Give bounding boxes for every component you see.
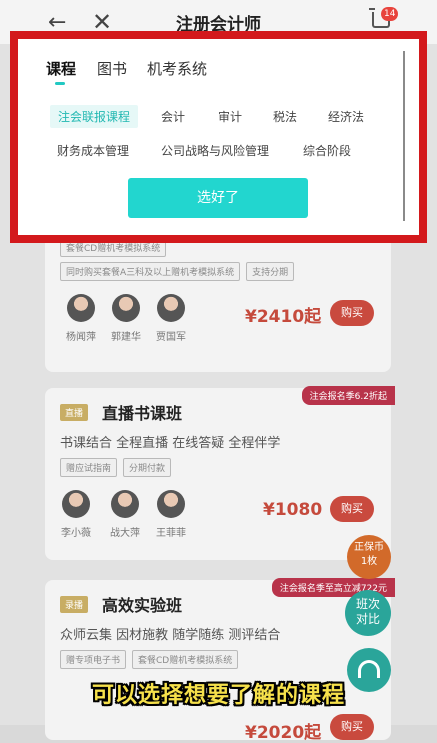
subject-option[interactable]: 财务成本管理 xyxy=(57,142,129,159)
buy-button[interactable]: 购买 xyxy=(330,714,374,740)
headset-icon xyxy=(358,660,380,678)
course-title: 直播书课班 xyxy=(102,404,183,423)
tag: 赠应试指南 xyxy=(60,458,118,477)
buy-button[interactable]: 购买 xyxy=(330,496,374,522)
course-type-label: 直播 xyxy=(60,404,89,421)
avatar xyxy=(157,294,185,322)
buy-button[interactable]: 购买 xyxy=(330,300,374,326)
avatar xyxy=(112,294,140,322)
teacher[interactable]: 李小薇 xyxy=(52,490,100,539)
course-subtitle: 众师云集 因材施教 随学随练 测评结合 xyxy=(60,628,281,643)
tab-courses[interactable]: 课程 xyxy=(46,58,76,79)
teacher-name: 贾国军 xyxy=(156,332,186,343)
promo-ribbon: 注会报名季6.2折起 xyxy=(301,386,395,405)
tag: 套餐CD赠机考模拟系统 xyxy=(132,650,239,669)
course-subtitle: 书课结合 全程直播 在线答疑 全程伴学 xyxy=(60,436,281,451)
tab-books[interactable]: 图书 xyxy=(97,58,127,79)
teacher-name: 郭建华 xyxy=(111,332,141,343)
tag: 分期付款 xyxy=(123,458,172,477)
active-tab-indicator xyxy=(55,82,65,85)
subject-option[interactable]: 审计 xyxy=(218,108,242,125)
tag: 支持分期 xyxy=(246,262,295,281)
tab-exam-system[interactable]: 机考系统 xyxy=(147,58,207,79)
coupon-label: 正保币 xyxy=(354,542,384,553)
price: ¥2020起 xyxy=(245,723,322,743)
class-compare-button[interactable]: 班次 对比 xyxy=(345,590,391,636)
category-filter-panel: 课程 图书 机考系统 注会联报课程 会计 审计 税法 经济法 财务成本管理 公司… xyxy=(18,39,419,235)
avatar xyxy=(111,490,139,518)
price: ¥1080 xyxy=(263,500,323,520)
compare-label-1: 班次 xyxy=(355,597,380,611)
tag: 赠专项电子书 xyxy=(60,650,127,669)
teacher[interactable]: 战大萍 xyxy=(101,490,149,539)
teacher[interactable]: 杨闻萍 xyxy=(57,294,105,343)
course-title: 高效实验班 xyxy=(102,596,183,615)
avatar xyxy=(62,490,90,518)
avatar xyxy=(157,490,185,518)
course-card[interactable]: 注会报名季至高立减722元 录播 高效实验班 众师云集 因材施教 随学随练 测评… xyxy=(45,578,395,743)
video-caption: 可以选择想要了解的课程 xyxy=(91,683,345,708)
subject-option[interactable]: 综合阶段 xyxy=(303,142,351,159)
coupon-button[interactable]: 正保币 1枚 xyxy=(347,535,391,579)
teacher[interactable]: 王菲菲 xyxy=(147,490,195,539)
subject-option[interactable]: 公司战略与风险管理 xyxy=(161,142,269,159)
subject-option[interactable]: 会计 xyxy=(161,108,185,125)
coupon-count: 1枚 xyxy=(360,556,378,567)
price: ¥2410起 xyxy=(245,307,322,327)
confirm-button[interactable]: 选好了 xyxy=(128,178,308,218)
course-type-label: 录播 xyxy=(60,596,89,613)
teacher-name: 杨闻萍 xyxy=(66,332,96,343)
avatar xyxy=(67,294,95,322)
tag: 同时购买套餐A三科及以上赠机考模拟系统 xyxy=(60,262,241,281)
compare-label-2: 对比 xyxy=(355,612,380,626)
course-card[interactable]: 注会报名季6.2折起 直播 直播书课班 书课结合 全程直播 在线答疑 全程伴学 … xyxy=(45,386,395,560)
teacher-name: 战大萍 xyxy=(110,528,140,539)
teacher[interactable]: 贾国军 xyxy=(147,294,195,343)
cart-badge: 14 xyxy=(381,7,399,21)
subject-option[interactable]: 注会联报课程 xyxy=(50,105,139,128)
teacher[interactable]: 郭建华 xyxy=(102,294,150,343)
teacher-name: 李小薇 xyxy=(61,528,91,539)
scrollbar[interactable] xyxy=(403,51,405,221)
subject-option[interactable]: 经济法 xyxy=(328,108,364,125)
subject-option[interactable]: 税法 xyxy=(273,108,297,125)
teacher-name: 王菲菲 xyxy=(156,528,186,539)
